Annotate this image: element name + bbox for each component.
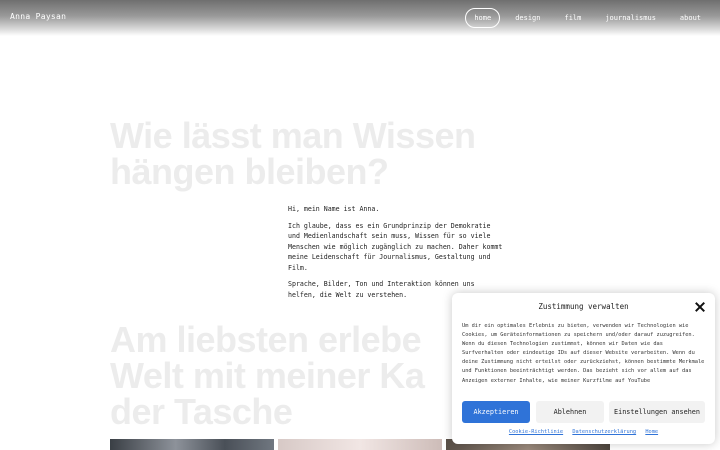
nav-home[interactable]: home	[465, 8, 501, 28]
home-link[interactable]: Home	[645, 429, 658, 435]
nav-about[interactable]: about	[671, 8, 710, 28]
section-headline: Am liebsten erlebe Welt mit meiner Ka de…	[110, 319, 425, 432]
site-brand[interactable]: Anna Paysan	[10, 12, 66, 21]
intro-paragraph-1: Ich glaube, dass es ein Grundprinzip der…	[288, 221, 503, 272]
section-headline-line2: Welt mit meiner Ka	[110, 355, 425, 396]
close-icon[interactable]	[694, 301, 706, 313]
hero-headline-line2: hängen bleiben?	[110, 151, 389, 192]
nav-design[interactable]: design	[506, 8, 549, 28]
hero-headline: Wie lässt man Wissen hängen bleiben?	[110, 118, 476, 190]
deny-button[interactable]: Ablehnen	[536, 401, 604, 423]
view-settings-button[interactable]: Einstellungen ansehen	[609, 401, 705, 423]
section-headline-line1: Am liebsten erlebe	[110, 319, 422, 360]
nav-journalismus[interactable]: journalismus	[596, 8, 665, 28]
privacy-policy-link[interactable]: Datenschutzerklärung	[572, 429, 636, 435]
nav-film[interactable]: film	[555, 8, 590, 28]
consent-links: Cookie-Richtlinie Datenschutzerklärung H…	[452, 429, 715, 435]
section-headline-line3: der Tasche	[110, 391, 293, 432]
consent-title: Zustimmung verwalten	[538, 302, 629, 311]
gallery-image[interactable]	[278, 439, 442, 450]
main-nav: home design film journalismus about	[459, 8, 710, 28]
cookie-policy-link[interactable]: Cookie-Richtlinie	[509, 429, 563, 435]
gallery-image[interactable]	[110, 439, 274, 450]
site-header: Anna Paysan home design film journalismu…	[0, 0, 720, 36]
intro-greeting: Hi, mein Name ist Anna.	[288, 205, 380, 213]
hero-headline-line1: Wie lässt man Wissen	[110, 115, 476, 156]
consent-text: Um dir ein optimales Erlebnis zu bieten,…	[462, 323, 705, 384]
intro-text: Hi, mein Name ist Anna. Ich glaube, dass…	[288, 204, 503, 306]
accept-button[interactable]: Akzeptieren	[462, 401, 530, 423]
cookie-consent-dialog: Zustimmung verwalten Um dir ein optimale…	[452, 293, 715, 444]
